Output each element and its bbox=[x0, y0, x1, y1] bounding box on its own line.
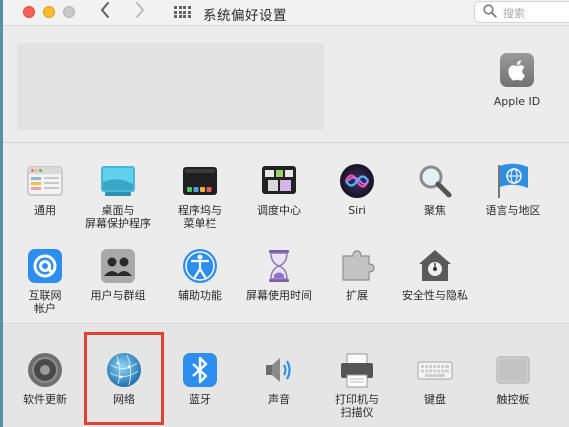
pref-accessibility[interactable]: 辅助功能 bbox=[160, 247, 240, 302]
pref-label: 互联网 帐户 bbox=[28, 289, 62, 315]
pref-printers-scanners[interactable]: 打印机与 扫描仪 bbox=[317, 351, 397, 419]
pref-security-privacy[interactable]: 安全性与隐私 bbox=[395, 247, 475, 302]
pref-extensions[interactable]: 扩展 bbox=[317, 247, 397, 302]
close-button[interactable] bbox=[23, 6, 35, 18]
accessibility-icon bbox=[181, 247, 219, 285]
pref-software-update[interactable]: 软件更新 bbox=[5, 351, 85, 406]
security-privacy-icon bbox=[416, 247, 454, 285]
pref-desktop-screensaver[interactable]: 桌面与 屏幕保护程序 bbox=[78, 162, 158, 230]
chevron-left-icon bbox=[101, 2, 109, 18]
mission-control-icon bbox=[260, 162, 298, 200]
dock-menubar-icon bbox=[181, 162, 219, 200]
software-update-icon bbox=[26, 351, 64, 389]
back-button[interactable] bbox=[99, 1, 111, 24]
pref-label: 语言与地区 bbox=[485, 204, 541, 217]
users-groups-icon bbox=[99, 247, 137, 285]
extensions-icon bbox=[338, 247, 376, 285]
bluetooth-icon bbox=[181, 351, 219, 389]
pref-label: 打印机与 扫描仪 bbox=[335, 393, 379, 419]
forward-button[interactable] bbox=[134, 1, 146, 24]
spotlight-icon bbox=[416, 162, 454, 200]
trackpad-icon bbox=[494, 351, 532, 389]
pref-internet-accounts[interactable]: 互联网 帐户 bbox=[5, 247, 85, 315]
account-banner-placeholder bbox=[17, 43, 324, 130]
search-icon bbox=[483, 4, 497, 18]
pref-bluetooth[interactable]: 蓝牙 bbox=[160, 351, 240, 406]
pref-users-groups[interactable]: 用户与群组 bbox=[78, 247, 158, 302]
pref-label: 调度中心 bbox=[257, 204, 301, 217]
pref-label: 屏幕使用时间 bbox=[246, 289, 312, 302]
toolbar: 系统偏好设置 搜索 bbox=[3, 0, 569, 26]
keyboard-icon bbox=[416, 351, 454, 389]
pref-label: Siri bbox=[348, 204, 366, 217]
pref-label: 用户与群组 bbox=[90, 289, 146, 302]
pref-trackpad[interactable]: 触控板 bbox=[473, 351, 553, 406]
show-all-grid-button[interactable] bbox=[174, 6, 191, 19]
printers-scanners-icon bbox=[338, 351, 376, 389]
general-icon bbox=[26, 162, 64, 200]
screen-time-icon bbox=[260, 247, 298, 285]
siri-icon bbox=[338, 162, 376, 200]
apple-logo-icon bbox=[500, 53, 534, 87]
pref-label: 通用 bbox=[34, 204, 56, 217]
pref-general[interactable]: 通用 bbox=[5, 162, 85, 217]
search-placeholder: 搜索 bbox=[503, 7, 525, 20]
pref-spotlight[interactable]: 聚焦 bbox=[395, 162, 475, 217]
sound-icon bbox=[260, 351, 298, 389]
pref-label: 聚焦 bbox=[424, 204, 446, 217]
pref-label: 扩展 bbox=[346, 289, 368, 302]
desktop-screensaver-icon bbox=[99, 162, 137, 200]
pref-sound[interactable]: 声音 bbox=[239, 351, 319, 406]
apple-id-label: Apple ID bbox=[493, 95, 541, 108]
pref-language-region[interactable]: 语言与地区 bbox=[473, 162, 553, 217]
minimize-button[interactable] bbox=[43, 6, 55, 18]
internet-accounts-icon bbox=[26, 247, 64, 285]
search-field[interactable]: 搜索 bbox=[474, 1, 569, 23]
network-highlight-box bbox=[84, 332, 164, 425]
maximize-button[interactable] bbox=[63, 6, 75, 18]
pref-label: 蓝牙 bbox=[189, 393, 211, 406]
pref-screen-time[interactable]: 屏幕使用时间 bbox=[239, 247, 319, 302]
pref-label: 触控板 bbox=[496, 393, 530, 406]
apple-id-item[interactable]: Apple ID bbox=[487, 53, 547, 108]
pref-label: 辅助功能 bbox=[178, 289, 222, 302]
window-title: 系统偏好设置 bbox=[203, 8, 287, 24]
pref-dock-menubar[interactable]: 程序坞与 菜单栏 bbox=[160, 162, 240, 230]
chevron-right-icon bbox=[136, 2, 144, 18]
pref-label: 软件更新 bbox=[23, 393, 67, 406]
pref-label: 桌面与 屏幕保护程序 bbox=[85, 204, 151, 230]
language-region-icon bbox=[494, 162, 532, 200]
pref-keyboard[interactable]: 键盘 bbox=[395, 351, 475, 406]
pref-siri[interactable]: Siri bbox=[317, 162, 397, 217]
pref-label: 安全性与隐私 bbox=[402, 289, 468, 302]
pref-mission-control[interactable]: 调度中心 bbox=[239, 162, 319, 217]
account-section: Apple ID bbox=[3, 27, 569, 143]
pref-label: 声音 bbox=[268, 393, 290, 406]
pref-label: 键盘 bbox=[424, 393, 446, 406]
pref-label: 程序坞与 菜单栏 bbox=[178, 204, 222, 230]
